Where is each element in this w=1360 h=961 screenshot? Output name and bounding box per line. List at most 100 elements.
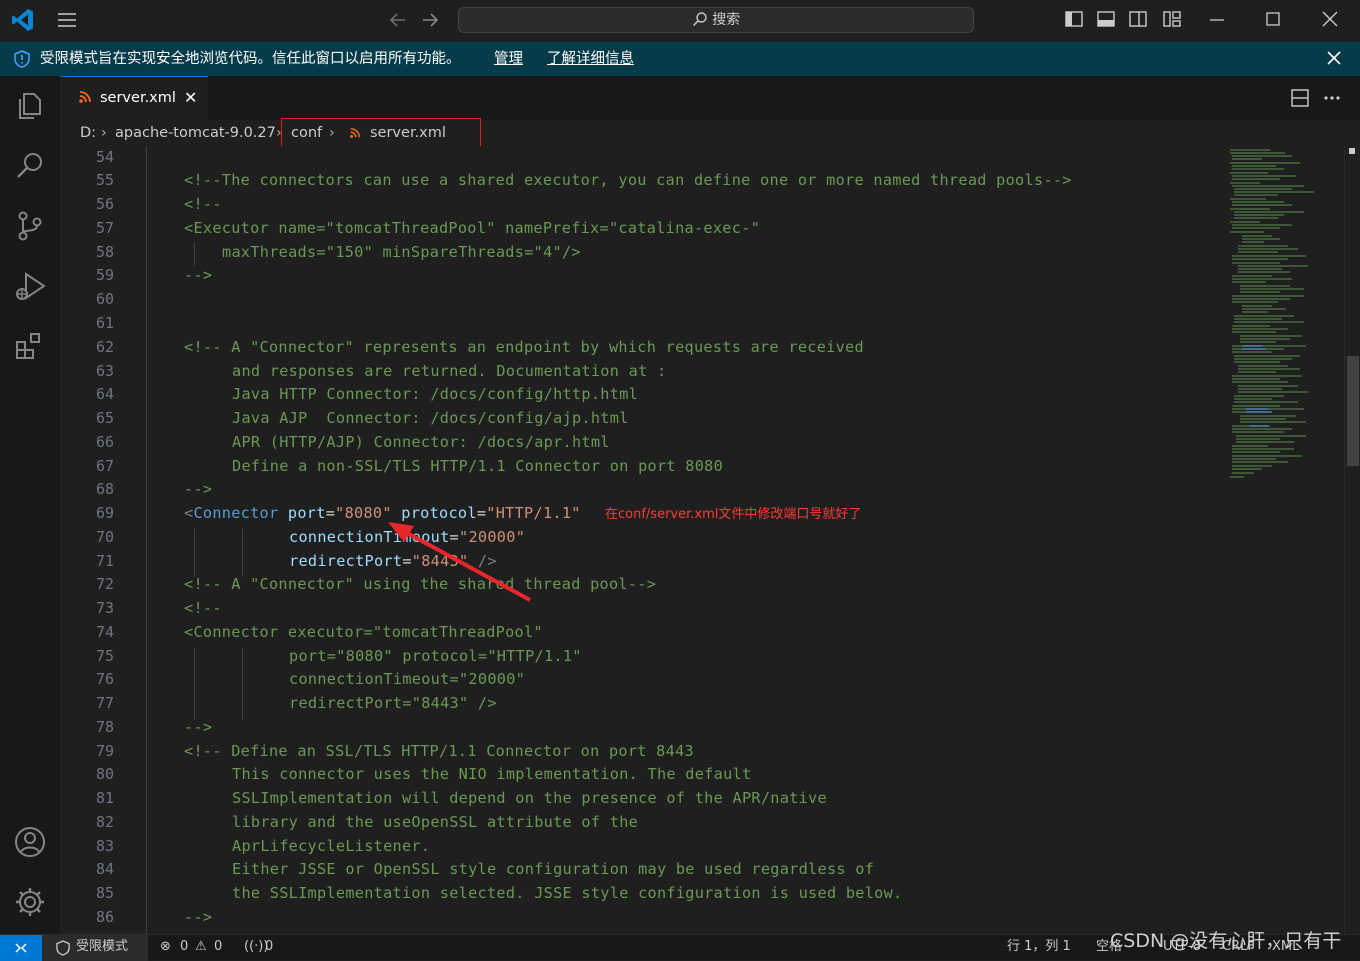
- remote-indicator[interactable]: [0, 935, 42, 961]
- banner-learn-more-link[interactable]: 了解详细信息: [547, 50, 634, 68]
- maximize-icon[interactable]: [1264, 9, 1282, 35]
- code-line-80: This connector uses the NIO implementati…: [232, 765, 751, 783]
- source-control-icon[interactable]: [12, 208, 48, 244]
- toggle-panel-icon[interactable]: [1096, 9, 1116, 35]
- comment-text: Either JSSE or OpenSSL style configurati…: [232, 860, 875, 878]
- comment-text: <!-- Define an SSL/TLS HTTP/1.1 Connecto…: [184, 742, 694, 760]
- restricted-mode-indicator[interactable]: 受限模式: [42, 935, 148, 961]
- code-line-64: Java HTTP Connector: /docs/config/http.h…: [232, 385, 638, 403]
- comment-text: connectionTimeout="20000": [289, 670, 526, 688]
- comment-text: port="8080" protocol="HTTP/1.1": [289, 647, 582, 665]
- breadcrumb-drive[interactable]: D:: [80, 124, 96, 142]
- line-number: 79: [95, 742, 114, 760]
- comment-text: -->: [184, 718, 213, 736]
- line-number: 82: [95, 813, 114, 831]
- comment-text: -->: [184, 480, 213, 498]
- breadcrumb: D: › apache-tomcat-9.0.27 › conf › serve…: [60, 118, 1360, 158]
- watermark: CSDN @没有心肝，只有干: [1110, 930, 1342, 952]
- indent-guide: [194, 242, 195, 266]
- line-number: 54: [95, 148, 114, 166]
- code-line-85: the SSLImplementation selected. JSSE sty…: [232, 884, 903, 902]
- indent-guide: [146, 146, 147, 934]
- hamburger-icon[interactable]: [56, 9, 78, 37]
- line-number: 59: [95, 266, 114, 284]
- line-number: 55: [95, 171, 114, 189]
- code-line-84: Either JSSE or OpenSSL style configurati…: [232, 860, 874, 878]
- comment-text: <!-- A "Connector" represents an endpoin…: [184, 338, 864, 356]
- line-number: 84: [95, 860, 114, 878]
- annotation-text: 在conf/server.xml文件中修改端口号就好了: [605, 507, 862, 522]
- line-number: 74: [95, 623, 114, 641]
- more-actions-icon[interactable]: [1322, 88, 1342, 112]
- indent-guide: [194, 648, 195, 720]
- error-icon[interactable]: ⊗: [160, 938, 171, 956]
- line-number: 78: [95, 718, 114, 736]
- line-number: 63: [95, 362, 114, 380]
- explorer-icon[interactable]: [12, 88, 48, 124]
- line-number: 62: [95, 338, 114, 356]
- line-number: 73: [95, 599, 114, 617]
- extensions-icon[interactable]: [12, 328, 48, 364]
- line-number: 68: [95, 480, 114, 498]
- indent-guide: [242, 529, 243, 577]
- minimap[interactable]: [1228, 146, 1344, 486]
- line-number: 66: [95, 433, 114, 451]
- scrollbar-thumb[interactable]: [1347, 356, 1359, 466]
- warning-icon[interactable]: ⚠: [195, 938, 207, 956]
- remote-icon: [15, 943, 27, 953]
- line-number: 57: [95, 219, 114, 237]
- line-number: 77: [95, 694, 114, 712]
- line-number: 81: [95, 789, 114, 807]
- line-number: 70: [95, 528, 114, 546]
- comment-text: maxThreads="150" minSpareThreads="4"/>: [222, 243, 581, 261]
- tab-server-xml[interactable]: server.xml ✕: [60, 76, 208, 120]
- xml-attr: port: [287, 504, 326, 522]
- search-sidebar-icon[interactable]: [12, 148, 48, 184]
- indent-guide: [194, 529, 195, 577]
- code-line-66: APR (HTTP/AJP) Connector: /docs/apr.html: [232, 433, 610, 451]
- comment-text: <Connector executor="tomcatThreadPool": [184, 623, 543, 641]
- vertical-scrollbar[interactable]: [1344, 146, 1360, 934]
- line-number: 72: [95, 575, 114, 593]
- code-line-73: <!--: [184, 599, 222, 617]
- code-line-83: AprLifecycleListener.: [232, 837, 430, 855]
- customize-layout-icon[interactable]: [1162, 9, 1182, 35]
- tab-close-icon[interactable]: ✕: [184, 88, 197, 107]
- code-editor[interactable]: 54 55 56 57 58 59 60 61 62 63 64 65 66 67 68 69 70 71 72 73…: [60, 146, 1360, 934]
- line-number: 64: [95, 385, 114, 403]
- line-number: 85: [95, 884, 114, 902]
- shield-icon: [14, 50, 30, 73]
- run-debug-icon[interactable]: [12, 268, 48, 304]
- toggle-secondary-sidebar-icon[interactable]: [1128, 9, 1148, 35]
- code-line-79: <!-- Define an SSL/TLS HTTP/1.1 Connecto…: [184, 742, 694, 760]
- title-bar: 搜索: [0, 0, 1360, 42]
- forward-arrow-icon[interactable]: [420, 9, 440, 37]
- back-arrow-icon[interactable]: [388, 9, 408, 37]
- comment-text: Java HTTP Connector: /docs/config/http.h…: [232, 385, 639, 403]
- restricted-mode-label: 受限模式: [76, 939, 129, 954]
- code-line-67: Define a non-SSL/TLS HTTP/1.1 Connector …: [232, 457, 723, 475]
- settings-gear-icon[interactable]: [12, 884, 48, 920]
- breadcrumb-folder-tomcat[interactable]: apache-tomcat-9.0.27: [115, 124, 276, 142]
- line-number: 86: [95, 908, 114, 926]
- line-number: 76: [95, 670, 114, 688]
- split-editor-icon[interactable]: [1290, 88, 1310, 112]
- scrollbar-cursor-marker: [1349, 148, 1355, 154]
- comment-text: SSLImplementation will depend on the pre…: [232, 789, 827, 807]
- code-line-58: maxThreads="150" minSpareThreads="4"/>: [222, 243, 581, 261]
- line-number: 75: [95, 647, 114, 665]
- comment-text: library and the useOpenSSL attribute of …: [232, 813, 639, 831]
- banner-message: 受限模式旨在实现安全地浏览代码。信任此窗口以启用所有功能。: [40, 51, 461, 67]
- close-icon[interactable]: [1320, 9, 1340, 35]
- banner-close-icon[interactable]: [1326, 50, 1342, 71]
- comment-text: redirectPort="8443" />: [289, 694, 497, 712]
- banner-manage-link[interactable]: 管理: [494, 50, 523, 68]
- minimize-icon[interactable]: [1208, 9, 1226, 35]
- accounts-icon[interactable]: [12, 824, 48, 860]
- rss-file-icon: [78, 90, 92, 108]
- command-center-search[interactable]: 搜索: [458, 7, 974, 33]
- code-line-56: <!--: [184, 195, 222, 213]
- tab-label: server.xml: [100, 90, 176, 106]
- cursor-position[interactable]: 行 1，列 1: [1007, 938, 1071, 956]
- toggle-primary-sidebar-icon[interactable]: [1064, 9, 1084, 35]
